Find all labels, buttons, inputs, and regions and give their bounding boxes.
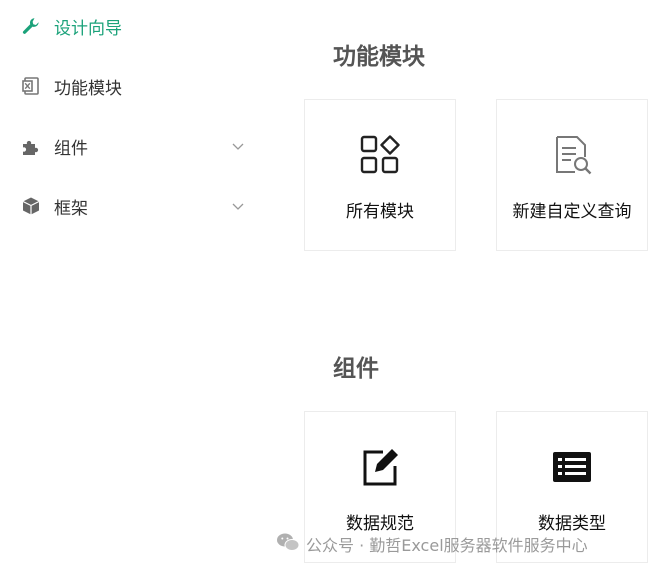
apps-grid-icon	[358, 133, 402, 177]
cube-icon	[20, 195, 42, 217]
excel-file-icon	[20, 75, 42, 97]
card-all-modules[interactable]: 所有模块	[304, 99, 456, 251]
sidebar-item-label: 功能模块	[54, 78, 122, 99]
sidebar-item-components[interactable]: 组件	[0, 126, 260, 166]
sidebar-item-function-modules[interactable]: 功能模块	[0, 66, 260, 106]
card-label: 数据类型	[538, 514, 606, 534]
card-label: 新建自定义查询	[512, 202, 632, 222]
sidebar-item-design-wizard[interactable]: 设计向导	[0, 6, 260, 46]
sidebar-item-label: 框架	[54, 198, 88, 219]
chevron-down-icon[interactable]	[231, 199, 245, 213]
card-label: 所有模块	[346, 202, 414, 222]
card-new-custom-query[interactable]: 新建自定义查询	[496, 99, 648, 251]
edit-icon	[358, 445, 402, 489]
sidebar-item-framework[interactable]: 框架	[0, 186, 260, 226]
wechat-icon	[276, 532, 300, 556]
list-icon	[550, 445, 594, 489]
puzzle-icon	[20, 135, 42, 157]
watermark-text: 公众号 · 勤哲Excel服务器软件服务中心	[306, 536, 588, 555]
section-title-components: 组件	[333, 356, 379, 382]
chevron-down-icon[interactable]	[231, 139, 245, 153]
card-label: 数据规范	[346, 514, 414, 534]
sidebar-item-label: 设计向导	[54, 18, 122, 39]
section-title-function-modules: 功能模块	[333, 44, 425, 70]
sidebar: 设计向导 功能模块 组件 框架	[0, 0, 260, 571]
document-search-icon	[550, 133, 594, 177]
watermark: 公众号 · 勤哲Excel服务器软件服务中心	[276, 533, 588, 555]
sidebar-item-label: 组件	[54, 138, 88, 159]
wrench-icon	[20, 15, 42, 37]
